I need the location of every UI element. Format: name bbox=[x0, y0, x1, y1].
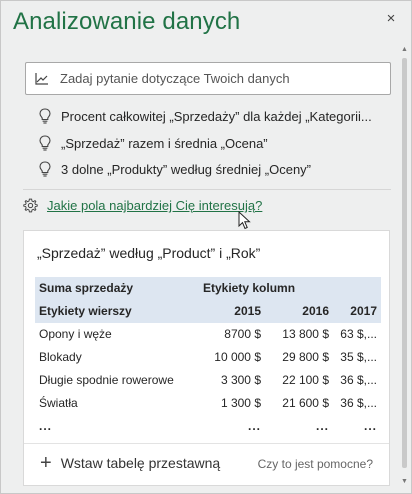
scroll-thumb[interactable] bbox=[402, 58, 407, 468]
lightbulb-icon bbox=[39, 161, 51, 177]
values-label: Suma sprzedaży bbox=[39, 281, 134, 295]
table-cell: 10 000 $ bbox=[214, 350, 261, 364]
plus-icon: + bbox=[40, 452, 52, 474]
feedback-link[interactable]: Czy to jest pomocne? bbox=[258, 457, 373, 471]
table-cell: 13 800 $ bbox=[282, 327, 329, 341]
suggestion-text: 3 dolne „Produkty” według średniej „Ocen… bbox=[61, 161, 312, 177]
suggestion-item[interactable]: „Sprzedaż” razem i średnia „Ocena” bbox=[39, 133, 268, 153]
year-header: 2016 bbox=[302, 304, 329, 318]
table-row: Długie spodnie rowerowe 3 300 $ 22 100 $… bbox=[35, 369, 381, 392]
pivot-header-row: Etykiety wierszy 2015 2016 2017 bbox=[35, 300, 381, 323]
row-label: Światła bbox=[39, 396, 78, 410]
table-cell: 8700 $ bbox=[224, 327, 261, 341]
table-row: Opony i węże 8700 $ 13 800 $ 63 $,... bbox=[35, 323, 381, 346]
ellipsis: ... bbox=[315, 419, 329, 433]
table-cell: 21 600 $ bbox=[282, 396, 329, 410]
ask-question-input[interactable] bbox=[60, 71, 380, 86]
row-labels-header: Etykiety wierszy bbox=[39, 304, 132, 318]
lightbulb-icon bbox=[39, 135, 51, 151]
pane-title: Analizowanie danych bbox=[13, 8, 241, 35]
table-cell: 1 300 $ bbox=[220, 396, 261, 410]
close-button[interactable]: × bbox=[383, 11, 399, 27]
line-chart-icon bbox=[35, 72, 48, 85]
column-labels-header: Etykiety kolumn bbox=[203, 281, 296, 295]
mouse-pointer-icon bbox=[238, 211, 251, 230]
pivot-table: Suma sprzedaży Etykiety kolumn Etykiety … bbox=[35, 277, 381, 438]
table-cell: 29 800 $ bbox=[282, 350, 329, 364]
vertical-scrollbar[interactable]: ▲ ▼ bbox=[401, 46, 408, 486]
ellipsis: ... bbox=[363, 419, 377, 433]
row-label: Blokady bbox=[39, 350, 82, 364]
pivot-header-row: Suma sprzedaży Etykiety kolumn bbox=[35, 277, 381, 300]
table-cell: 36 $,... bbox=[340, 373, 377, 387]
card-footer: + Wstaw tabelę przestawną Czy to jest po… bbox=[24, 443, 389, 485]
suggestion-item[interactable]: 3 dolne „Produkty” według średniej „Ocen… bbox=[39, 159, 311, 179]
lightbulb-icon bbox=[39, 108, 51, 124]
ask-question-box[interactable] bbox=[25, 62, 391, 95]
suggestion-item[interactable]: Procent całkowitej „Sprzedaży” dla każde… bbox=[39, 106, 372, 126]
ellipsis: ... bbox=[247, 419, 261, 433]
ellipsis: ... bbox=[39, 419, 53, 433]
year-header: 2015 bbox=[234, 304, 261, 318]
table-row: Światła 1 300 $ 21 600 $ 36 $,... bbox=[35, 392, 381, 415]
fields-link-text[interactable]: Jakie pola najbardziej Cię interesują? bbox=[47, 198, 262, 213]
suggestion-text: Procent całkowitej „Sprzedaży” dla każde… bbox=[61, 108, 372, 124]
table-cell: 3 300 $ bbox=[220, 373, 261, 387]
table-cell: 36 $,... bbox=[340, 396, 377, 410]
insert-pivot-table-button[interactable]: + Wstaw tabelę przestawną bbox=[40, 452, 221, 474]
insight-card: „Sprzedaż” według „Product” i „Rok” Suma… bbox=[23, 230, 390, 486]
card-title: „Sprzedaż” według „Product” i „Rok” bbox=[37, 245, 261, 261]
divider bbox=[23, 189, 391, 190]
row-label: Długie spodnie rowerowe bbox=[39, 373, 174, 387]
table-cell: 35 $,... bbox=[340, 350, 377, 364]
table-row-ellipsis: ... ... ... ... bbox=[35, 415, 381, 438]
insert-pivot-label: Wstaw tabelę przestawną bbox=[60, 455, 221, 471]
fields-interest-link[interactable]: Jakie pola najbardziej Cię interesują? bbox=[23, 198, 262, 213]
suggestion-text: „Sprzedaż” razem i średnia „Ocena” bbox=[61, 135, 268, 151]
scroll-down-icon[interactable]: ▼ bbox=[401, 478, 408, 486]
gear-icon bbox=[23, 198, 38, 213]
table-cell: 22 100 $ bbox=[282, 373, 329, 387]
table-row: Blokady 10 000 $ 29 800 $ 35 $,... bbox=[35, 346, 381, 369]
row-label: Opony i węże bbox=[39, 327, 112, 341]
scroll-up-icon[interactable]: ▲ bbox=[401, 46, 408, 54]
year-header: 2017 bbox=[350, 304, 377, 318]
analyze-data-pane: Analizowanie danych × ▲ ▼ Procent całkow… bbox=[0, 0, 412, 494]
table-cell: 63 $,... bbox=[340, 327, 377, 341]
